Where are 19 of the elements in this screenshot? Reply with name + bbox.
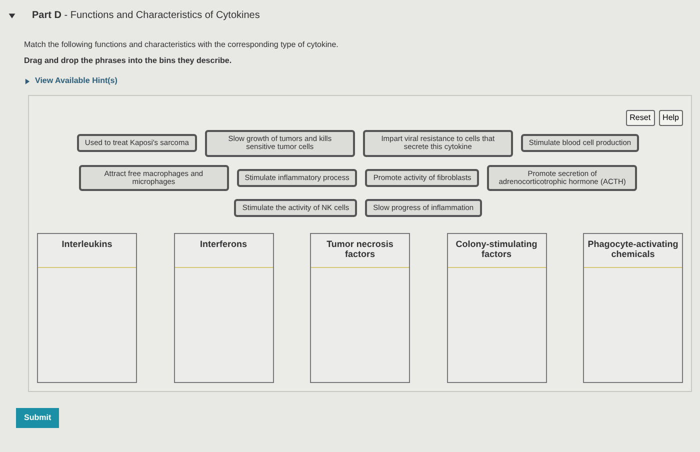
drop-bin[interactable]: Colony-stimulating factors (446, 233, 546, 384)
collapse-caret-icon[interactable] (8, 12, 16, 20)
drop-bin[interactable]: Interferons (174, 233, 274, 384)
hint-link[interactable]: View Available Hint(s) (35, 75, 118, 87)
caret-icon[interactable] (24, 78, 31, 84)
part-title: Part D - Functions and Characteristics of Cytokines (32, 9, 260, 23)
bin-title: Interleukins (38, 234, 136, 268)
drop-bin[interactable]: Interleukins (37, 233, 137, 384)
toolbar-button[interactable]: Help (658, 110, 683, 126)
bin-title: Colony-stimulating factors (448, 234, 546, 268)
instruction-text: Drag and drop the phrases into the bins they describe. (24, 55, 233, 67)
drop-bin[interactable]: Tumor necrosis factors (310, 233, 410, 384)
drop-bin[interactable]: Phagocyte-activating chemicals (583, 233, 683, 384)
instruction-text: Match the following functions and characteristics with the corresponding type of cytokine. (24, 39, 340, 51)
bin-title: Phagocyte-activating chemicals (584, 234, 682, 268)
submit-button[interactable]: Submit (16, 408, 60, 428)
toolbar-button[interactable]: Reset (626, 110, 655, 126)
bin-title: Interferons (174, 234, 272, 268)
bin-title: Tumor necrosis factors (311, 234, 409, 268)
